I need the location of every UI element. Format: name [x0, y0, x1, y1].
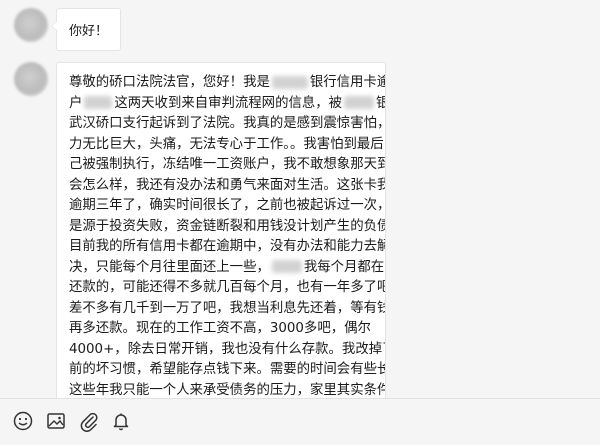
redacted-text: [271, 75, 308, 89]
message-text-segment: 是源于投资失败，资金链断裂和用钱没计划产生的负债，: [69, 218, 386, 234]
message-line: 逾期三年了，确实时间很长了，之前也被起诉过一次，都: [69, 196, 385, 217]
chat-message-list[interactable]: 你好！ 尊敬的硚口法院法官，您好！我是 银行信用卡逾期客户 这两天收到来自审判流程网…: [0, 0, 600, 398]
message-text-segment: 再多还款。现在的工作工资不高，3000多吧，偶尔: [69, 321, 371, 336]
message-line: 再多还款。现在的工作工资不高，3000多吧，偶尔: [69, 319, 375, 340]
message-text-segment: 决，只能每个月往里面还上一些，: [69, 259, 270, 275]
message-line: 还款的，可能还得不多就几百每个月，也有一年多了吧，: [69, 278, 385, 299]
message-text-segment: 会怎么样，我还有没办法和勇气来面对生活。这张卡我: [69, 177, 386, 193]
message-text-segment: 尊敬的硚口法院法官，您好！我是: [69, 75, 270, 90]
avatar[interactable]: [14, 62, 48, 96]
emoji-icon[interactable]: [12, 410, 34, 432]
message-bubble: 你好！: [50, 8, 122, 51]
message-text-segment: 银行信用卡逾期客: [309, 75, 385, 90]
image-icon[interactable]: [45, 410, 67, 432]
redacted-text: [344, 96, 375, 109]
message-text: 尊敬的硚口法院法官，您好！我是 银行信用卡逾期客户 这两天收到来自审判流程网的信息，…: [69, 73, 385, 399]
message-text-segment: 4000+，除去日常开销，我也没有什么存款。我改掉了以: [69, 341, 386, 357]
message-text-segment: 这两天收到来自审判流程网的信息，被: [114, 95, 343, 111]
message-text-segment: 还款的，可能还得不多就几百每个月，也有一年多了吧，: [69, 280, 386, 295]
message-text-segment: 户: [69, 95, 83, 111]
message-line: 这些年我只能一个人来承受债务的压力，家里其实条件也: [69, 381, 385, 399]
message-line: 决，只能每个月往里面还上一些， 我每个月都在坚持: [69, 258, 385, 279]
message-line: 力无比巨大，头痛，无法专心于工作。。我害怕到最后自: [69, 135, 385, 156]
message-line: 目前我的所有信用卡都在逾期中，没有办法和能力去解: [69, 237, 385, 258]
message-text-segment: 己被强制执行，冻结唯一工资账户，我不敢想象那天到来: [69, 157, 386, 172]
message-text: 你好！: [69, 24, 109, 39]
message-line: 会怎么样，我还有没办法和勇气来面对生活。这张卡我: [69, 176, 385, 197]
attachment-icon[interactable]: [78, 410, 100, 432]
redacted-text: [271, 260, 302, 273]
message-text-segment: 差不多有几千到一万了吧，我想当利息先还着，等有钱了: [69, 300, 386, 316]
message-text-segment: 前的坏习惯，希望能存点钱下来。需要的时间会有些长。: [69, 362, 386, 377]
message-line: 户 这两天收到来自审判流程网的信息，被 银行: [69, 94, 385, 115]
message-line: 前的坏习惯，希望能存点钱下来。需要的时间会有些长。: [69, 360, 385, 381]
message-line: 己被强制执行，冻结唯一工资账户，我不敢想象那天到来: [69, 155, 385, 176]
message-line: 差不多有几千到一万了吧，我想当利息先还着，等有钱了: [69, 299, 385, 320]
input-toolbar: [0, 398, 600, 445]
notification-bell-icon[interactable]: [110, 410, 132, 432]
message-line: 4000+，除去日常开销，我也没有什么存款。我改掉了以: [69, 340, 385, 361]
message-line: 尊敬的硚口法院法官，您好！我是 银行信用卡逾期客: [69, 73, 385, 94]
message-text-segment: 逾期三年了，确实时间很长了，之前也被起诉过一次，都: [69, 198, 386, 213]
avatar[interactable]: [14, 8, 48, 42]
message-text-segment: 这些年我只能一个人来承受债务的压力，家里其实条件也: [69, 382, 386, 398]
redacted-text: [84, 96, 113, 109]
message-text-segment: 目前我的所有信用卡都在逾期中，没有办法和能力去解: [69, 239, 386, 254]
message-bubble: 尊敬的硚口法院法官，您好！我是 银行信用卡逾期客户 这两天收到来自审判流程网的信息，…: [56, 62, 386, 398]
message-text-segment: 我每个月都在坚持: [303, 259, 385, 275]
message-line: 武汉硚口支行起诉到了法院。我真的是感到震惊害怕，压: [69, 114, 385, 135]
message-line: 是源于投资失败，资金链断裂和用钱没计划产生的负债，: [69, 217, 385, 238]
message-text-segment: 武汉硚口支行起诉到了法院。我真的是感到震惊害怕，压: [69, 116, 386, 131]
message-text-segment: 银行: [376, 96, 385, 111]
message-text-segment: 力无比巨大，头痛，无法专心于工作。。我害怕到最后自: [69, 136, 386, 152]
